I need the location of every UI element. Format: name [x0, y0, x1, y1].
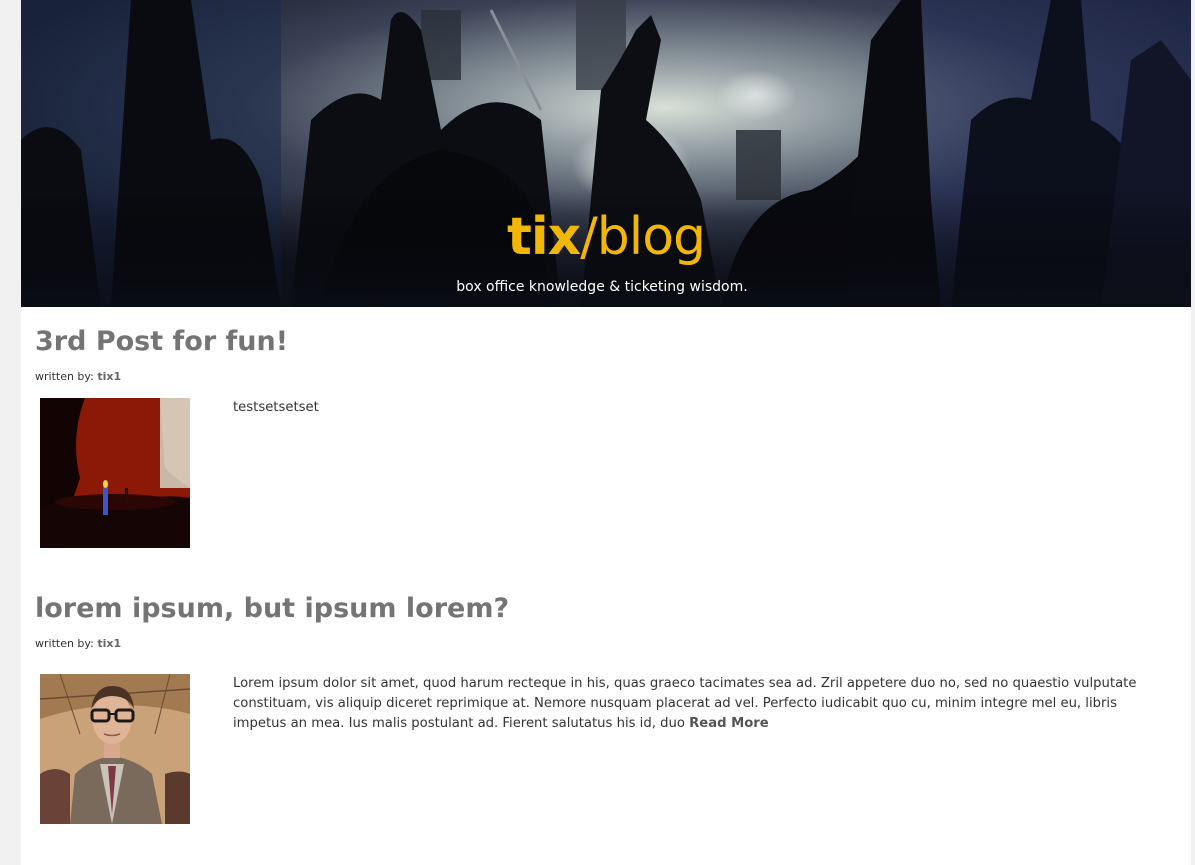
author-link[interactable]: tix1: [97, 370, 121, 383]
read-more-link[interactable]: Read More: [689, 716, 769, 731]
page-container: tix/blog box office knowledge & ticketin…: [21, 0, 1191, 865]
blog-title-rest: /blog: [580, 207, 706, 267]
post-title-link[interactable]: 3rd Post for fun!: [35, 324, 288, 360]
author-link[interactable]: tix1: [97, 637, 121, 650]
hero-banner: tix/blog box office knowledge & ticketin…: [21, 0, 1191, 307]
blog-title-main: tix: [506, 207, 581, 267]
post-byline: written by: tix1: [35, 636, 121, 652]
byline-prefix: written by:: [35, 370, 98, 383]
post-byline: written by: tix1: [35, 369, 121, 385]
post-thumbnail[interactable]: [40, 398, 190, 548]
post-title-link[interactable]: lorem ipsum, but ipsum lorem?: [35, 591, 509, 627]
post-thumbnail[interactable]: [40, 674, 190, 824]
post-excerpt: testsetsetset: [233, 398, 1173, 418]
candle-stage-image: [40, 398, 190, 548]
post-excerpt-text: Lorem ipsum dolor sit amet, quod harum r…: [233, 676, 1137, 731]
blog-title[interactable]: tix/blog: [21, 198, 1191, 276]
blog-tagline: box office knowledge & ticketing wisdom.: [456, 279, 748, 295]
man-portrait-image: [40, 674, 190, 824]
post-excerpt-text: testsetsetset: [233, 400, 319, 415]
post-excerpt: Lorem ipsum dolor sit amet, quod harum r…: [233, 674, 1173, 734]
byline-prefix: written by:: [35, 637, 98, 650]
